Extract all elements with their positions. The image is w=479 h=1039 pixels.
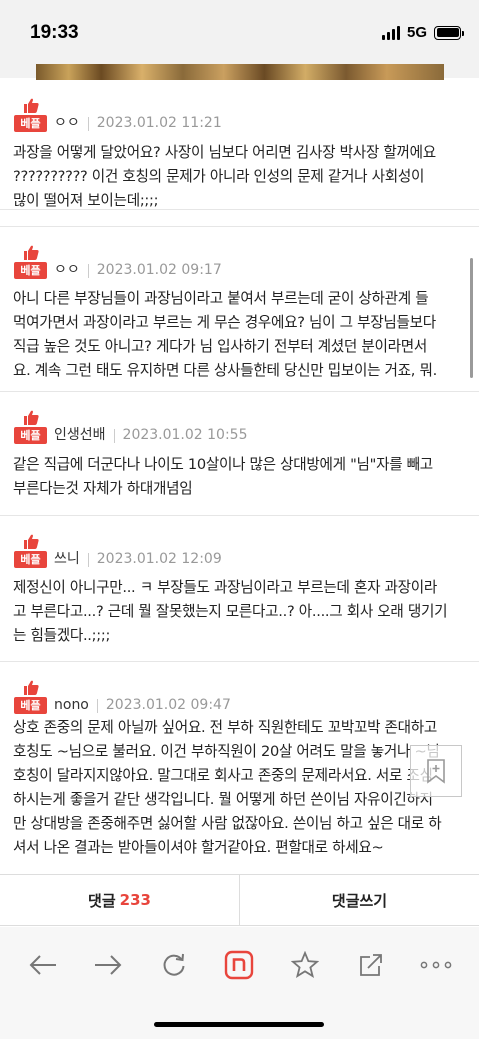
comment-item: 베플 ㅇㅇ 2023.01.02 09:17 아니 다른 부장님들이 과장님이라… bbox=[0, 226, 479, 392]
divider bbox=[87, 264, 89, 278]
divider bbox=[96, 699, 98, 713]
scrollbar[interactable] bbox=[470, 258, 473, 378]
comment-header: 베플 인생선배 2023.01.02 10:55 bbox=[14, 410, 248, 444]
write-comment-label: 댓글쓰기 bbox=[331, 891, 388, 910]
comment-item: 베플 ㅇㅇ 2023.01.02 11:21 과장을 어떻게 달았어요? 사장이… bbox=[0, 80, 479, 210]
comment-item: 베플 nono 2023.01.02 09:47 상호 존중의 문제 아닐까 싶… bbox=[0, 662, 479, 874]
comment-header: 베플 ㅇㅇ 2023.01.02 11:21 bbox=[14, 98, 222, 132]
arrow-right-icon bbox=[95, 955, 122, 975]
comment-author[interactable]: 쓰니 bbox=[54, 551, 80, 568]
divider bbox=[87, 553, 89, 567]
comments-count: 233 bbox=[119, 891, 151, 909]
thumbs-up-icon bbox=[24, 680, 39, 695]
comment-list: 베플 ㅇㅇ 2023.01.02 11:21 과장을 어떻게 달았어요? 사장이… bbox=[0, 80, 479, 874]
star-icon bbox=[291, 951, 320, 978]
more-button[interactable] bbox=[416, 945, 456, 985]
signal-icon bbox=[381, 25, 400, 40]
divider bbox=[113, 429, 115, 443]
battery-icon bbox=[434, 25, 464, 40]
home-indicator[interactable] bbox=[154, 1022, 324, 1027]
back-button[interactable] bbox=[23, 945, 63, 985]
comment-date: 2023.01.02 09:17 bbox=[96, 262, 222, 278]
share-button[interactable] bbox=[351, 945, 391, 985]
divider bbox=[87, 117, 89, 131]
arrow-left-icon bbox=[29, 955, 56, 975]
comment-header: 베플 쓰니 2023.01.02 12:09 bbox=[14, 534, 222, 568]
article-image-strip bbox=[36, 64, 444, 80]
comment-item: 베플 인생선배 2023.01.02 10:55 같은 직급에 더군다나 나이도… bbox=[0, 392, 479, 516]
comment-author[interactable]: 인생선배 bbox=[54, 427, 106, 444]
more-dots-icon bbox=[420, 961, 452, 969]
comment-header: 베플 ㅇㅇ 2023.01.02 09:17 bbox=[14, 245, 222, 279]
comment-action-bar: 댓글 233 댓글쓰기 bbox=[0, 874, 479, 926]
best-comment-badge: 베플 bbox=[14, 245, 47, 279]
comment-date: 2023.01.02 12:09 bbox=[96, 551, 222, 567]
reload-icon bbox=[163, 953, 185, 976]
status-icons: 5G bbox=[381, 24, 464, 41]
thumbs-up-icon bbox=[24, 245, 39, 260]
comment-text: 과장을 어떻게 달았어요? 사장이 님보다 어리면 김사장 박사장 할꺼에요 ?… bbox=[13, 144, 436, 209]
best-comment-badge: 베플 bbox=[14, 98, 47, 132]
comment-text: 제정신이 아니구만... ㅋ 부장들도 과장님이라고 부르는데 혼자 과장이라 … bbox=[13, 579, 448, 644]
share-icon bbox=[359, 954, 382, 976]
forward-button[interactable] bbox=[88, 945, 128, 985]
comment-author[interactable]: ㅇㅇ bbox=[54, 262, 80, 279]
best-comment-badge: 베플 bbox=[14, 410, 47, 444]
comment-date: 2023.01.02 10:55 bbox=[122, 427, 248, 443]
comments-tab-label: 댓글 bbox=[88, 891, 116, 910]
naver-home-button[interactable] bbox=[219, 945, 259, 985]
comment-item: 베플 쓰니 2023.01.02 12:09 제정신이 아니구만... ㅋ 부장… bbox=[0, 516, 479, 662]
comment-text: 같은 직급에 더군다나 나이도 10살이나 많은 상대방에게 "님"자를 빼고 … bbox=[13, 456, 433, 497]
network-label: 5G bbox=[406, 24, 427, 41]
reload-button[interactable] bbox=[154, 945, 194, 985]
comment-text: 상호 존중의 문제 아닐까 싶어요. 전 부하 직원한테도 꼬박꼬박 존대하고 … bbox=[13, 719, 442, 856]
best-comment-badge: 베플 bbox=[14, 680, 47, 714]
comment-text: 아니 다른 부장님들이 과장님이라고 붙여서 부르는데 굳이 상하관계 들 먹여… bbox=[13, 290, 437, 379]
comment-date: 2023.01.02 09:47 bbox=[105, 697, 231, 713]
comment-header: 베플 nono 2023.01.02 09:47 bbox=[14, 680, 231, 714]
favorite-button[interactable] bbox=[285, 945, 325, 985]
status-time: 19:33 bbox=[30, 22, 79, 43]
naver-n-icon bbox=[225, 950, 254, 980]
comment-author[interactable]: nono bbox=[54, 697, 89, 714]
thumbs-up-icon bbox=[24, 98, 39, 113]
thumbs-up-icon bbox=[24, 534, 39, 549]
comment-date: 2023.01.02 11:21 bbox=[96, 115, 222, 131]
bookmark-button[interactable] bbox=[410, 745, 462, 797]
comment-author[interactable]: ㅇㅇ bbox=[54, 115, 80, 132]
best-comment-badge: 베플 bbox=[14, 534, 47, 568]
write-comment-tab[interactable]: 댓글쓰기 bbox=[239, 875, 479, 925]
comments-tab[interactable]: 댓글 233 bbox=[0, 875, 239, 925]
bookmark-icon bbox=[427, 759, 445, 784]
thumbs-up-icon bbox=[24, 410, 39, 425]
browser-toolbar bbox=[0, 927, 479, 1039]
